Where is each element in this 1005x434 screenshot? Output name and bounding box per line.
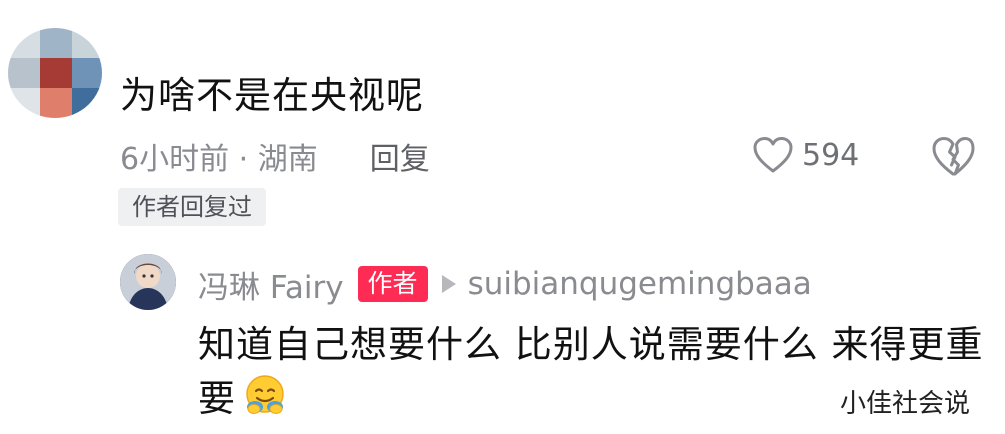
avatar-image	[120, 254, 176, 310]
commenter-avatar[interactable]	[8, 28, 102, 118]
comment-meta: 6小时前 · 湖南 回复	[120, 133, 430, 179]
watermark: 小佳社会说	[840, 389, 971, 419]
author-badge: 作者	[357, 266, 428, 302]
reply-author-name[interactable]: 冯琳 Fairy	[198, 262, 344, 307]
comment-text: 为啥不是在央视呢	[120, 74, 424, 117]
author-replied-tag: 作者回复过	[118, 188, 266, 226]
broken-heart-icon[interactable]	[930, 134, 976, 178]
comment-time-location: 6小时前 · 湖南	[120, 142, 318, 177]
reply-author-avatar[interactable]	[120, 254, 176, 310]
like-count: 594	[802, 137, 860, 173]
reply-header: 冯琳 Fairy 作者 suibianqugemingbaaa	[198, 261, 812, 307]
heart-outline-icon	[753, 137, 793, 173]
play-arrow-icon	[441, 275, 456, 293]
like-button[interactable]: 594	[752, 132, 859, 178]
hugging-face-emoji	[246, 375, 284, 414]
reply-button[interactable]: 回复	[370, 134, 430, 178]
reply-target-username[interactable]: suibianqugemingbaaa	[468, 266, 812, 302]
